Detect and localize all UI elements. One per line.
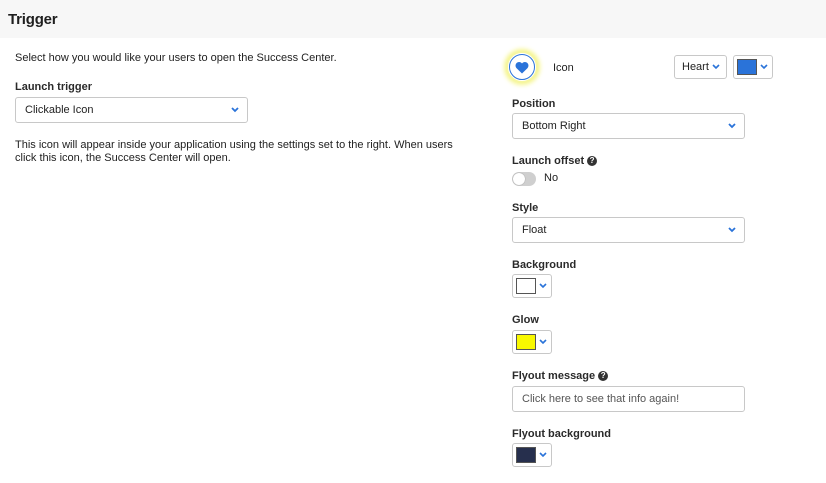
chevron-down-icon [539, 452, 547, 458]
launch-offset-label: Launch offset [512, 155, 585, 167]
icon-preview [506, 51, 538, 83]
background-color-swatch [516, 278, 536, 294]
toggle-knob [513, 173, 525, 185]
position-label: Position [512, 98, 556, 110]
chevron-down-icon [231, 107, 239, 113]
launch-trigger-label: Launch trigger [15, 81, 93, 93]
launch-offset-toggle[interactable] [512, 172, 536, 186]
flyout-message-input[interactable] [512, 386, 745, 412]
icon-preview-ring [509, 54, 535, 80]
help-icon[interactable]: ? [587, 156, 598, 166]
chevron-down-icon [728, 227, 736, 233]
style-label: Style [512, 202, 539, 214]
icon-type-value: Heart [682, 61, 709, 73]
flyout-background-color-picker[interactable] [512, 443, 552, 467]
position-value: Bottom Right [522, 120, 586, 132]
heart-icon [515, 61, 529, 73]
glow-color-swatch [516, 334, 536, 350]
icon-type-select[interactable]: Heart [674, 55, 727, 79]
right-panel: Icon Heart Position Bottom Right Launch … [506, 0, 812, 483]
chevron-down-icon [728, 123, 736, 129]
glow-color-picker[interactable] [512, 330, 552, 354]
chevron-down-icon [539, 283, 547, 289]
launch-offset-state: No [544, 172, 559, 184]
background-color-picker[interactable] [512, 274, 552, 298]
background-label: Background [512, 259, 577, 271]
intro-text: Select how you would like your users to … [15, 52, 337, 64]
glow-label: Glow [512, 314, 539, 326]
position-select[interactable]: Bottom Right [512, 113, 745, 139]
launch-trigger-value: Clickable Icon [25, 104, 94, 116]
launch-offset-label-row: Launch offset ? [512, 155, 598, 167]
icon-color-swatch [737, 59, 757, 75]
chevron-down-icon [712, 64, 720, 70]
help-icon[interactable]: ? [598, 371, 609, 381]
flyout-message-label: Flyout message [512, 370, 596, 382]
icon-color-picker[interactable] [733, 55, 773, 79]
flyout-background-color-swatch [516, 447, 536, 463]
style-value: Float [522, 224, 547, 236]
chevron-down-icon [760, 64, 768, 70]
chevron-down-icon [539, 339, 547, 345]
style-select[interactable]: Float [512, 217, 745, 243]
page-title: Trigger [8, 11, 58, 28]
icon-label: Icon [553, 62, 574, 74]
trigger-description: This icon will appear inside your applic… [15, 139, 453, 164]
flyout-message-label-row: Flyout message ? [512, 370, 609, 382]
launch-trigger-select[interactable]: Clickable Icon [15, 97, 248, 123]
flyout-background-label: Flyout background [512, 428, 611, 440]
